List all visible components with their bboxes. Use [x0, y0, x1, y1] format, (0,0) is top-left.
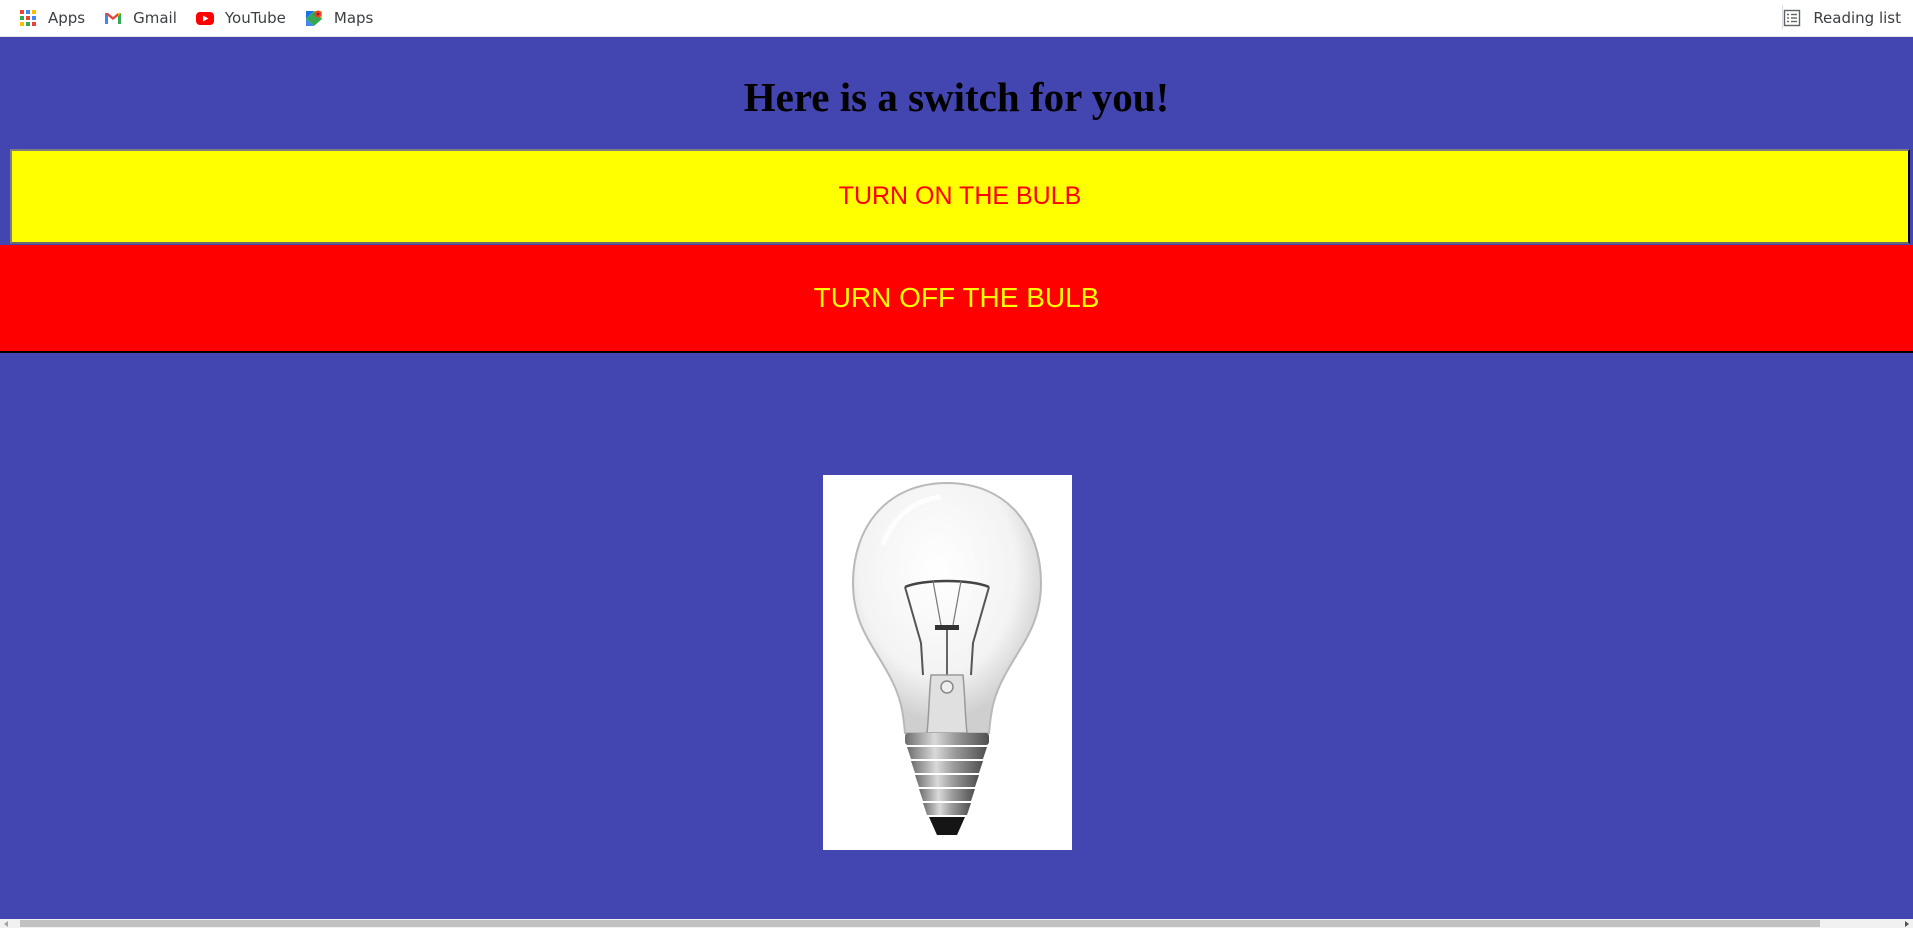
- light-bulb-icon: [851, 481, 1043, 835]
- bulb-image: [823, 475, 1072, 850]
- bookmarks-bar: Apps Gmail YouTube Maps Reading list: [0, 0, 1913, 37]
- youtube-icon: [195, 8, 215, 28]
- bookmark-label: Maps: [333, 9, 374, 27]
- page-title: Here is a switch for you!: [743, 74, 1170, 120]
- reading-list-label: Reading list: [1813, 9, 1901, 27]
- page-content: Here is a switch for you! TURN ON THE BU…: [0, 37, 1913, 919]
- horizontal-scrollbar[interactable]: [0, 919, 1913, 928]
- reading-list-icon: [1783, 9, 1801, 27]
- turn-on-bulb-button[interactable]: TURN ON THE BULB: [10, 149, 1910, 244]
- maps-icon: [304, 8, 324, 28]
- bookmark-apps[interactable]: Apps: [10, 4, 95, 32]
- turn-off-bulb-button[interactable]: TURN OFF THE BULB: [0, 245, 1913, 353]
- bookmark-gmail[interactable]: Gmail: [95, 4, 187, 32]
- scroll-right-arrow-icon[interactable]: [1905, 921, 1909, 927]
- bookmark-label: Gmail: [133, 9, 177, 27]
- scroll-left-arrow-icon[interactable]: [4, 921, 8, 927]
- bookmark-label: Apps: [48, 9, 86, 27]
- scrollbar-thumb[interactable]: [20, 920, 1820, 927]
- bookmark-maps[interactable]: Maps: [296, 4, 383, 32]
- reading-list-button[interactable]: Reading list: [1783, 4, 1901, 32]
- bookmark-label: YouTube: [224, 9, 286, 27]
- bookmark-youtube[interactable]: YouTube: [187, 4, 296, 32]
- apps-grid-icon: [18, 8, 38, 28]
- gmail-icon: [103, 8, 123, 28]
